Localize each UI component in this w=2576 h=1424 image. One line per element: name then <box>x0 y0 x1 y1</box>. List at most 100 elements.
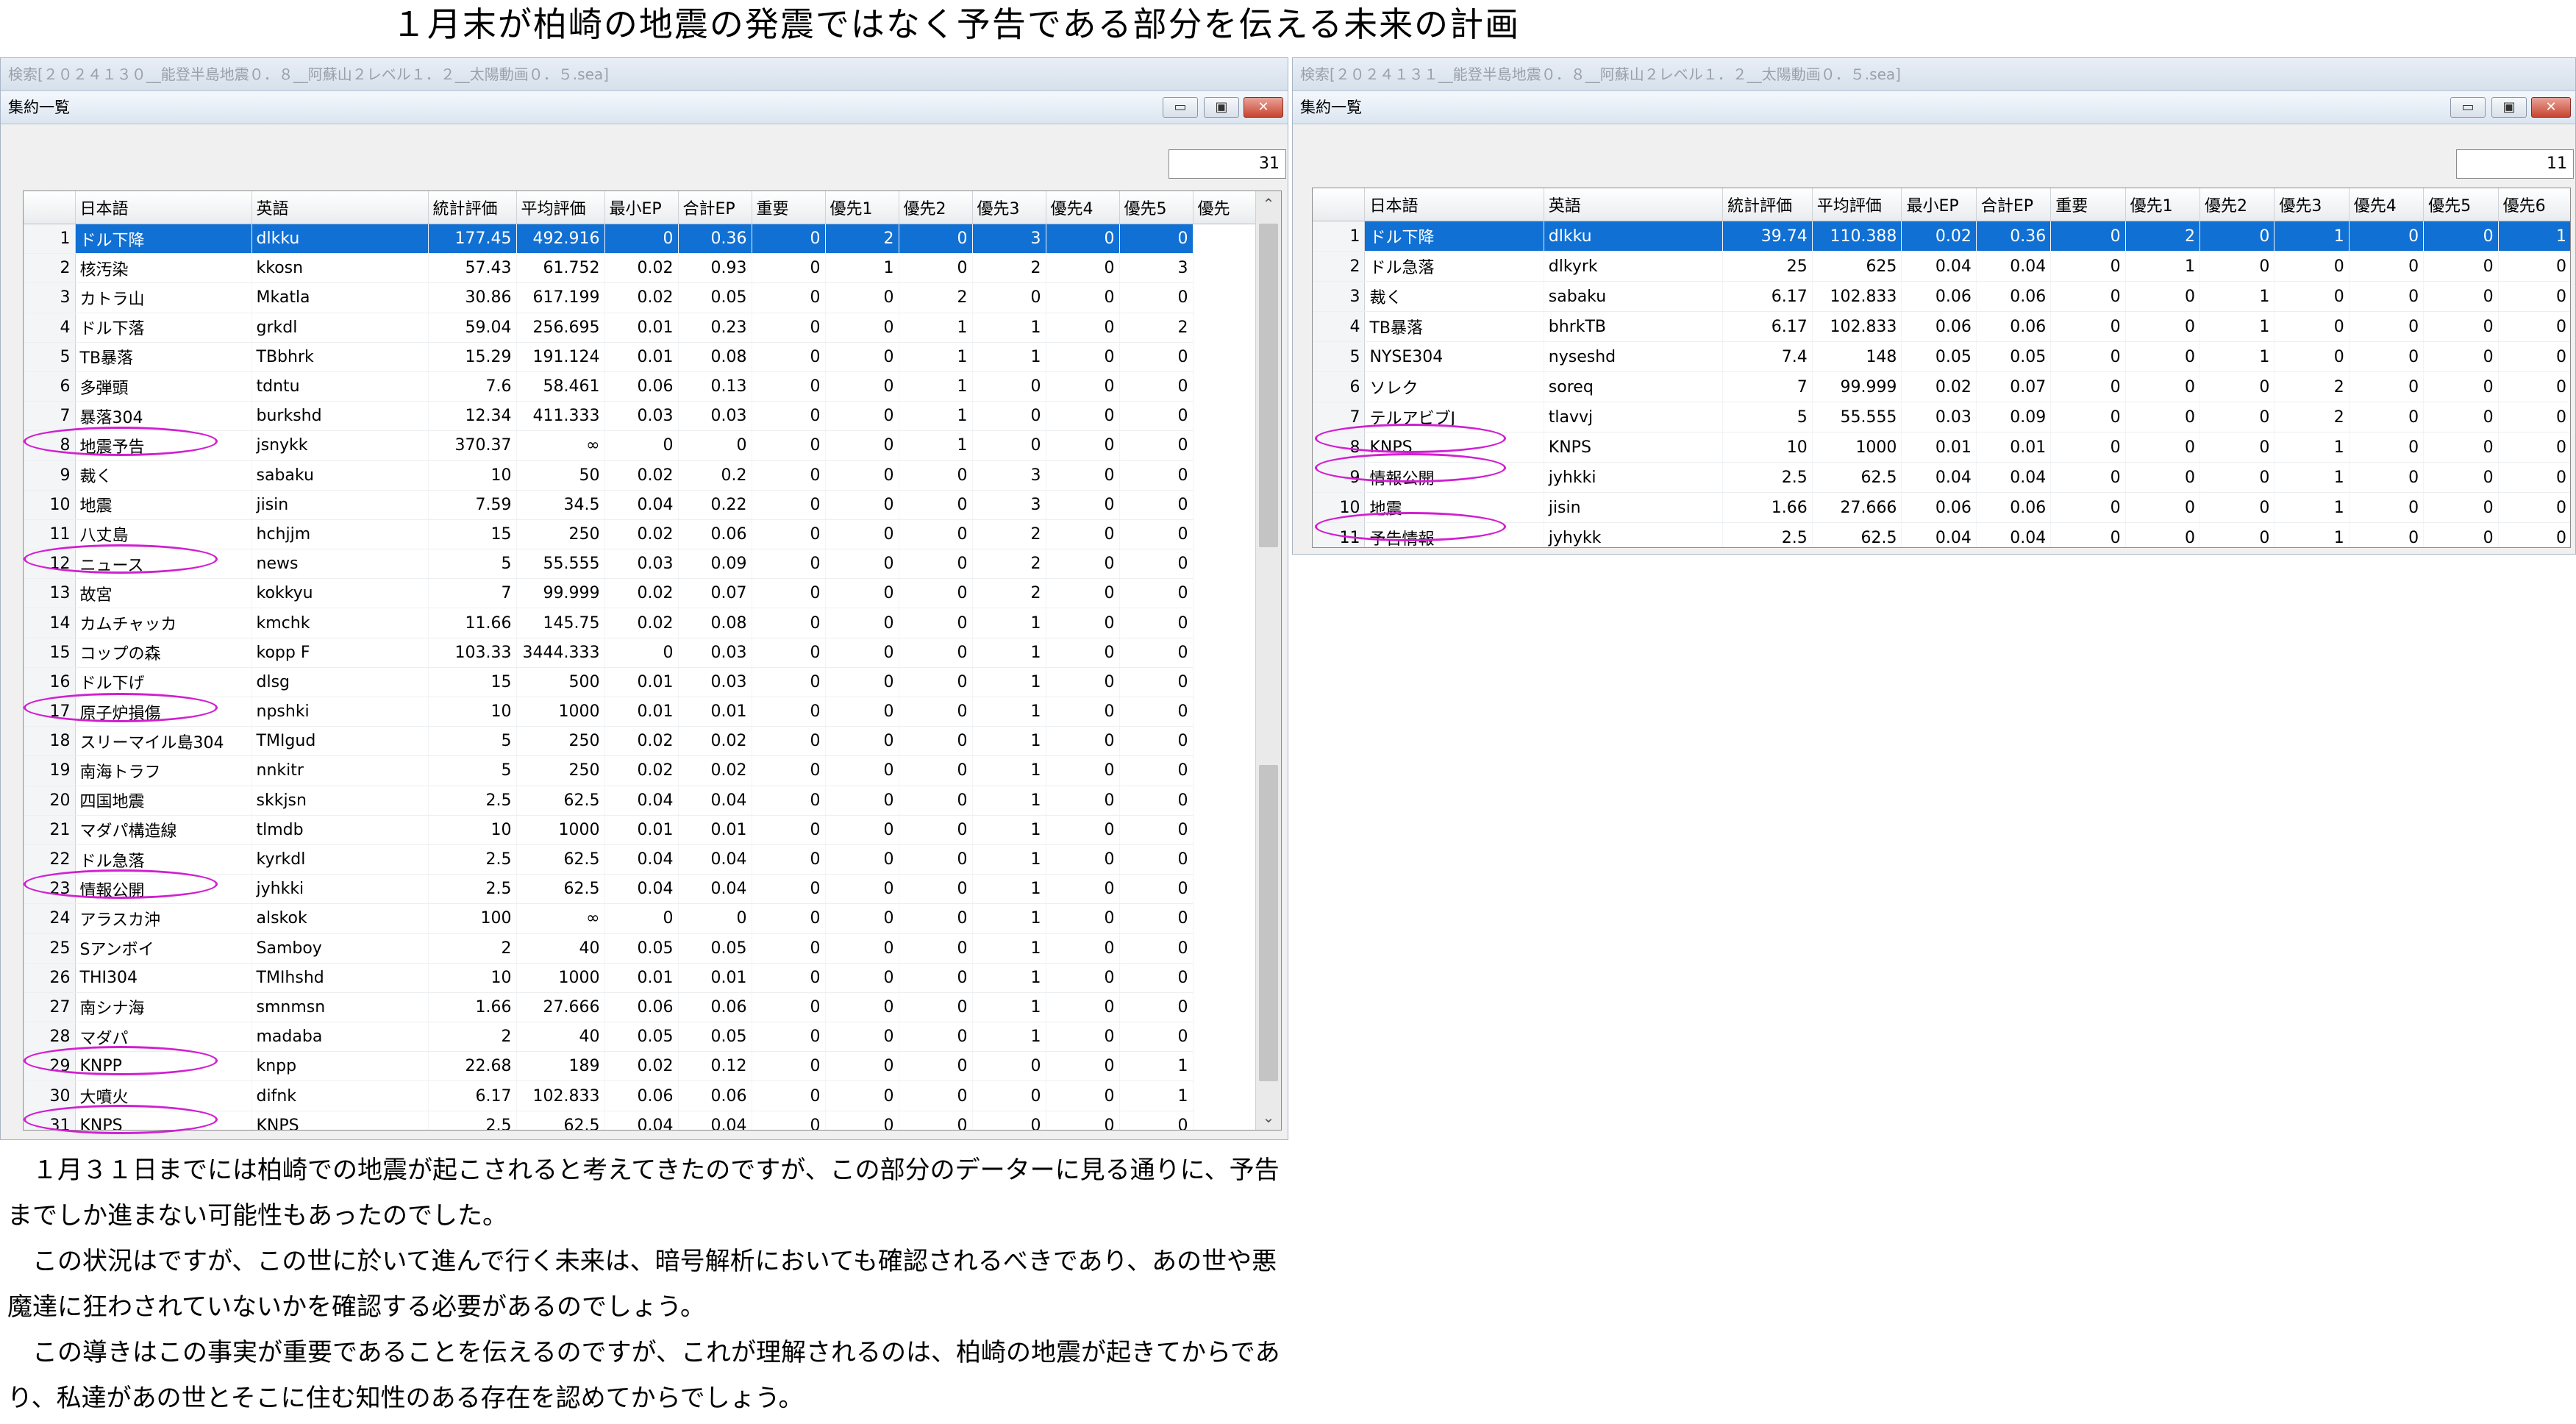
table-row[interactable]: 1 ドル下降 dlkku 39.74 110.388 0.02 0.36 0 2 0 1 0 0 1 <box>1313 221 2570 252</box>
column-header[interactable]: 優先2 <box>899 191 973 224</box>
right-inner-title-bar[interactable]: 集約一覧 ▭ ▣ ✕ <box>1293 91 2575 124</box>
left-inner-title-bar[interactable]: 集約一覧 ▭ ▣ ✕ <box>1 91 1288 124</box>
column-header[interactable]: 優先1 <box>2125 188 2201 221</box>
value-cell: 0 <box>752 844 826 875</box>
table-row[interactable]: 19 南海トラフ nnkitr 5 250 0.02 0.02 0 0 0 1 0 0 <box>24 755 1257 786</box>
column-header[interactable]: 優先2 <box>2199 188 2275 221</box>
table-row[interactable]: 3 カトラ山 Mkatla 30.86 617.199 0.02 0.05 0 0 2 0 0 0 <box>24 282 1257 313</box>
column-header[interactable]: 平均評価 <box>1812 188 1902 221</box>
value-cell: 0.02 <box>604 578 679 609</box>
table-row[interactable]: 11 予告情報 jyhykk 2.5 62.5 0.04 0.04 0 0 0 1 0 0 0 <box>1313 522 2570 547</box>
maximize-button[interactable]: ▣ <box>2491 97 2527 118</box>
table-row[interactable]: 5 NYSE304 nyseshd 7.4 148 0.05 0.05 0 0 1 0 0 0 0 <box>1313 341 2570 372</box>
table-row[interactable]: 14 カムチャッカ kmchk 11.66 145.75 0.02 0.08 0 0 0 1 0 0 <box>24 608 1257 638</box>
column-header[interactable]: 優先6 <box>2498 188 2570 221</box>
table-row[interactable]: 7 暴落304 burkshd 12.34 411.333 0.03 0.03 0 0 1 0 0 0 <box>24 401 1257 432</box>
table-row[interactable]: 31 KNPS KNPS 2.5 62.5 0.04 0.04 0 0 0 0 0 0 <box>24 1111 1257 1130</box>
japanese-cell: 予告情報 <box>1364 522 1544 547</box>
table-row[interactable]: 11 八丈島 hchjjm 15 250 0.02 0.06 0 0 0 2 0 0 <box>24 519 1257 550</box>
table-row[interactable]: 16 ドル下げ dlsg 15 500 0.01 0.03 0 0 0 1 0 0 <box>24 667 1257 698</box>
column-header[interactable]: 優先5 <box>1119 191 1194 224</box>
value-cell: 0 <box>2274 251 2350 282</box>
table-row[interactable]: 24 アラスカ沖 alskok 100 ∞ 0 0 0 0 0 1 0 0 <box>24 903 1257 934</box>
table-row[interactable]: 6 多弾頭 tdntu 7.6 58.461 0.06 0.13 0 0 1 0 0 0 <box>24 371 1257 402</box>
column-header[interactable]: 優先4 <box>2349 188 2425 221</box>
value-cell: 617.199 <box>516 282 605 313</box>
table-row[interactable]: 8 KNPS KNPS 10 1000 0.01 0.01 0 0 0 1 0 0 0 <box>1313 432 2570 463</box>
table-row[interactable]: 4 TB暴落 bhrkTB 6.17 102.833 0.06 0.06 0 0 1 0 0 0 0 <box>1313 311 2570 342</box>
column-header[interactable]: 優先 <box>1193 191 1258 224</box>
column-header[interactable]: 優先1 <box>825 191 899 224</box>
row-number: 7 <box>1313 402 1366 432</box>
table-row[interactable]: 10 地震 jisin 1.66 27.666 0.06 0.06 0 0 0 1 0 0 0 <box>1313 492 2570 523</box>
value-cell: 0 <box>604 638 679 668</box>
table-row[interactable]: 10 地震 jisin 7.59 34.5 0.04 0.22 0 0 0 3 0 0 <box>24 490 1257 520</box>
table-row[interactable]: 17 原子炉損傷 npshki 10 1000 0.01 0.01 0 0 0 1 0 0 <box>24 697 1257 727</box>
value-cell: 0 <box>752 549 826 580</box>
row-number: 8 <box>1313 432 1366 463</box>
scroll-thumb[interactable] <box>1259 224 1278 547</box>
table-row[interactable]: 25 Sアンボイ Samboy 2 40 0.05 0.05 0 0 0 1 0 0 <box>24 933 1257 964</box>
left-vertical-scrollbar[interactable]: ⌃ ⌄ <box>1255 191 1281 1130</box>
column-header[interactable]: 日本語 <box>1364 188 1544 221</box>
table-row[interactable]: 21 マダパ構造線 tlmdb 10 1000 0.01 0.01 0 0 0 1 0 0 <box>24 815 1257 845</box>
body-text: １月３１日までには柏崎での地震が起こされると考えてきたのですが、この部分のデータ… <box>7 1147 1302 1421</box>
value-cell: 0 <box>899 933 973 964</box>
table-row[interactable]: 27 南シナ海 smnmsn 1.66 27.666 0.06 0.06 0 0 0 1 0 0 <box>24 992 1257 1023</box>
table-row[interactable]: 4 ドル下落 grkdl 59.04 256.695 0.01 0.23 0 0 1 1 0 2 <box>24 313 1257 343</box>
table-row[interactable]: 5 TB暴落 TBbhrk 15.29 191.124 0.01 0.08 0 0 1 1 0 0 <box>24 342 1257 372</box>
column-header[interactable]: 優先5 <box>2423 188 2499 221</box>
scroll-up-icon[interactable]: ⌃ <box>1256 191 1281 216</box>
value-cell: 0 <box>2349 462 2425 493</box>
table-row[interactable]: 18 スリーマイル島304 TMIgud 5 250 0.02 0.02 0 0 0 1 0 0 <box>24 726 1257 757</box>
column-header[interactable]: 英語 <box>251 191 429 224</box>
value-cell: 12.34 <box>428 401 517 432</box>
table-row[interactable]: 3 裁く sabaku 6.17 102.833 0.06 0.06 0 0 1 0 0 0 0 <box>1313 281 2570 312</box>
minimize-button[interactable]: ▭ <box>2450 97 2486 118</box>
column-header[interactable]: 平均評価 <box>516 191 605 224</box>
table-row[interactable]: 12 ニュース news 5 55.555 0.03 0.09 0 0 0 2 0 0 <box>24 549 1257 580</box>
column-header[interactable]: 優先3 <box>2274 188 2350 221</box>
close-button[interactable]: ✕ <box>1244 97 1283 118</box>
minimize-button[interactable]: ▭ <box>1163 97 1198 118</box>
table-row[interactable]: 6 ソレク soreq 7 99.999 0.02 0.07 0 0 0 2 0 0 0 <box>1313 371 2570 402</box>
table-row[interactable]: 26 THI304 TMIhshd 10 1000 0.01 0.01 0 0 0 1 0 0 <box>24 963 1257 993</box>
value-cell: 61.752 <box>516 253 605 284</box>
table-row[interactable]: 20 四国地震 skkjsn 2.5 62.5 0.04 0.04 0 0 0 1 0 0 <box>24 786 1257 816</box>
table-row[interactable]: 29 KNPP knpp 22.68 189 0.02 0.12 0 0 0 0 0 1 <box>24 1051 1257 1082</box>
table-row[interactable]: 30 大噴火 difnk 6.17 102.833 0.06 0.06 0 0 0 0 0 1 <box>24 1081 1257 1111</box>
table-row[interactable]: 2 ドル急落 dlkyrk 25 625 0.04 0.04 0 1 0 0 0 0 0 <box>1313 251 2570 282</box>
column-header[interactable]: 優先4 <box>1046 191 1120 224</box>
column-header[interactable]: 英語 <box>1544 188 1724 221</box>
table-row[interactable]: 8 地震予告 jsnykk 370.37 ∞ 0 0 0 0 1 0 0 0 <box>24 430 1257 461</box>
table-row[interactable]: 22 ドル急落 kyrkdl 2.5 62.5 0.04 0.04 0 0 0 1 0 0 <box>24 844 1257 875</box>
row-number: 2 <box>24 253 76 284</box>
left-results-table[interactable]: 日本語 英語 統計評価 平均評価 最小EP 合計EP 重要 優先1 優先2 優先3 優先4 優先5 優先… <box>23 191 1282 1131</box>
table-row[interactable]: 7 テルアビブJ tlavvj 5 55.555 0.03 0.09 0 0 0 2 0 0 0 <box>1313 402 2570 432</box>
table-row[interactable]: 13 故宮 kokkyu 7 99.999 0.02 0.07 0 0 0 2 0 0 <box>24 578 1257 609</box>
column-header[interactable]: 合計EP <box>678 191 752 224</box>
column-header[interactable]: 統計評価 <box>428 191 517 224</box>
maximize-button[interactable]: ▣ <box>1204 97 1239 118</box>
column-header[interactable]: 最小EP <box>604 191 679 224</box>
table-row[interactable]: 23 情報公開 jyhkki 2.5 62.5 0.04 0.04 0 0 0 1 0 0 <box>24 874 1257 905</box>
scroll-down-icon[interactable]: ⌄ <box>1256 1105 1281 1130</box>
table-row[interactable]: 28 マダパ madaba 2 40 0.05 0.05 0 0 0 1 0 0 <box>24 1022 1257 1053</box>
column-header[interactable]: 重要 <box>752 191 826 224</box>
table-row[interactable]: 2 核汚染 kkosn 57.43 61.752 0.02 0.93 0 1 0 2 0 3 <box>24 253 1257 284</box>
column-header[interactable]: 最小EP <box>1901 188 1977 221</box>
column-header[interactable]: 優先3 <box>972 191 1046 224</box>
column-header[interactable]: 合計EP <box>1976 188 2052 221</box>
close-button[interactable]: ✕ <box>2531 97 2571 118</box>
table-row[interactable]: 15 コップの森 kopp F 103.33 3444.333 0 0.03 0 0 0 1 0 0 <box>24 638 1257 668</box>
english-cell: burkshd <box>251 401 429 432</box>
scroll-thumb-lower[interactable] <box>1259 765 1278 1081</box>
table-row[interactable]: 9 情報公開 jyhkki 2.5 62.5 0.04 0.04 0 0 0 1 0 0 0 <box>1313 462 2570 493</box>
column-header[interactable]: 統計評価 <box>1722 188 1813 221</box>
value-cell: 7 <box>1722 371 1813 402</box>
table-row[interactable]: 9 裁く sabaku 10 50 0.02 0.2 0 0 0 3 0 0 <box>24 460 1257 491</box>
column-header[interactable]: 日本語 <box>75 191 252 224</box>
table-row[interactable]: 1 ドル下降 dlkku 177.45 492.916 0 0.36 0 2 0 3 0 0 <box>24 224 1257 254</box>
right-results-table[interactable]: 日本語 英語 統計評価 平均評価 最小EP 合計EP 重要 優先1 優先2 優先3 優先4 優先5 優先… <box>1312 188 2571 548</box>
column-header[interactable]: 重要 <box>2050 188 2126 221</box>
